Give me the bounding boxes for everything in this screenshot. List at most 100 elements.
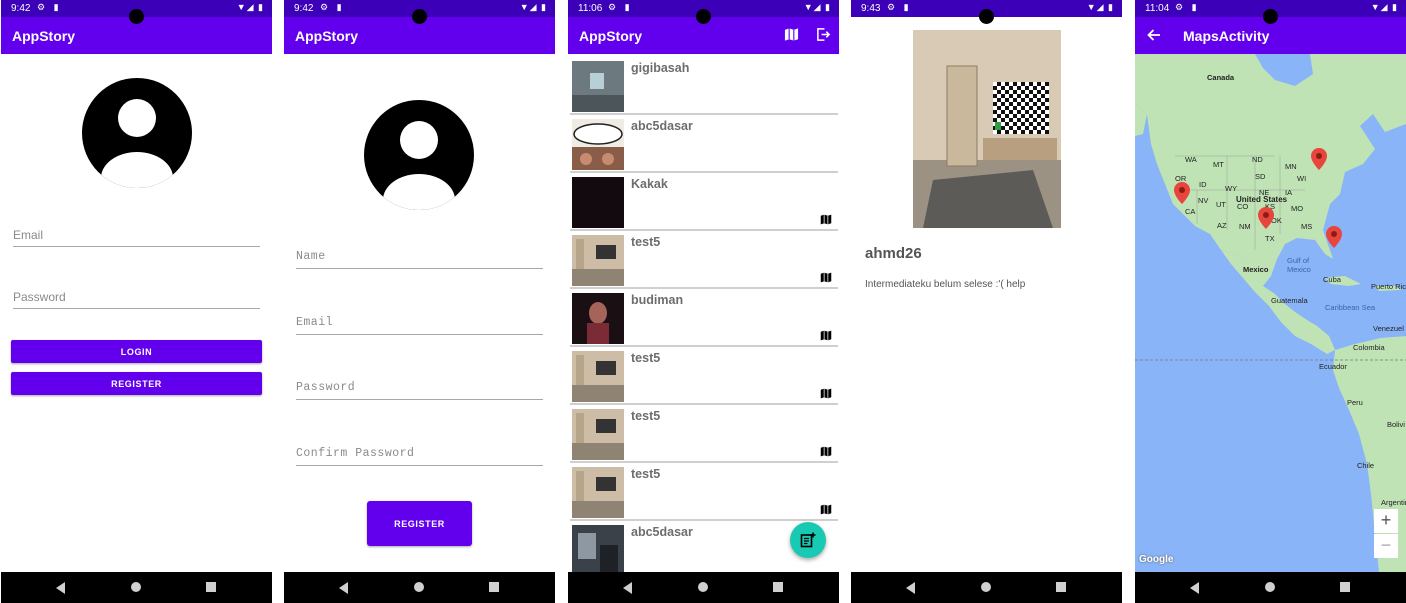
email-input[interactable]: [296, 301, 543, 334]
map-label: Guatemala: [1271, 296, 1308, 305]
login-button[interactable]: LOGIN: [11, 340, 262, 363]
map-marker-icon[interactable]: [1258, 207, 1274, 229]
nav-home-icon[interactable]: [698, 582, 708, 592]
map-label: ND: [1252, 155, 1263, 164]
story-list-screen: 11:06 ⚙ ▮ ▼◢ ▮ AppStory gigibasah abc5da…: [568, 0, 839, 603]
app-title: AppStory: [579, 28, 642, 44]
story-location-map-icon[interactable]: [820, 272, 832, 283]
zoom-out-button[interactable]: −: [1374, 534, 1398, 558]
maps-screen: 11:04 ⚙ ▮ ▼◢ ▮ MapsActivity Canada WA MT…: [1135, 0, 1406, 603]
add-note-icon: [800, 532, 816, 548]
nav-back-icon[interactable]: [1190, 582, 1199, 594]
story-name: test5: [631, 409, 661, 423]
story-detail-screen: 9:43 ⚙ ▮ ▼◢ ▮ ahmd26 Intermediateku belu…: [851, 0, 1122, 603]
nav-back-icon[interactable]: [56, 582, 65, 594]
account-avatar-icon: [364, 100, 474, 210]
nav-home-icon[interactable]: [981, 582, 991, 592]
map-label: Canada: [1207, 73, 1235, 82]
map-marker-icon[interactable]: [1174, 182, 1190, 204]
nav-recents-icon[interactable]: [1340, 582, 1350, 592]
password-field[interactable]: [13, 275, 260, 309]
nav-back-icon[interactable]: [906, 582, 915, 594]
story-thumbnail: [572, 61, 624, 112]
register-submit-button[interactable]: REGISTER: [367, 501, 472, 546]
register-screen: 9:42 ⚙ ▮ ▼◢ ▮ AppStory REGISTER: [284, 0, 555, 603]
story-name: abc5dasar: [631, 525, 693, 539]
confirm-password-field[interactable]: [296, 432, 543, 466]
story-location-map-icon[interactable]: [820, 446, 832, 457]
map-label: ID: [1199, 180, 1207, 189]
name-field[interactable]: [296, 235, 543, 269]
confirm-password-input[interactable]: [296, 432, 543, 465]
nav-recents-icon[interactable]: [773, 582, 783, 592]
story-name: test5: [631, 467, 661, 481]
settings-icon: ⚙ ▮: [1175, 2, 1200, 12]
map-label: AZ: [1217, 221, 1227, 230]
nav-recents-icon[interactable]: [489, 582, 499, 592]
google-logo: Google: [1139, 554, 1174, 565]
map-label: Chile: [1357, 461, 1375, 470]
email-field[interactable]: [296, 301, 543, 335]
nav-back-icon[interactable]: [623, 582, 632, 594]
map-marker-icon[interactable]: [1311, 148, 1327, 170]
signal-battery-icon: ▼◢ ▮: [1086, 2, 1114, 12]
story-location-map-icon[interactable]: [820, 388, 832, 399]
password-input[interactable]: [13, 275, 260, 308]
nav-back-icon[interactable]: [339, 582, 348, 594]
camera-cutout: [412, 9, 427, 24]
story-thumbnail: [572, 293, 624, 344]
map-label: NV: [1198, 196, 1209, 205]
account-avatar-icon: [82, 78, 192, 188]
story-item[interactable]: test5: [570, 231, 838, 289]
name-input[interactable]: [296, 235, 543, 268]
nav-home-icon[interactable]: [414, 582, 424, 592]
logout-icon[interactable]: [816, 27, 831, 42]
add-story-fab[interactable]: [790, 522, 826, 558]
map-label: Peru: [1347, 398, 1363, 407]
story-item[interactable]: test5: [570, 405, 838, 463]
app-title: AppStory: [12, 28, 75, 44]
status-time: 9:42: [11, 3, 31, 14]
story-item[interactable]: abc5dasar: [570, 115, 838, 173]
story-item[interactable]: test5: [570, 347, 838, 405]
map-label: Gulf of Mexico: [1287, 256, 1311, 274]
story-location-map-icon[interactable]: [820, 330, 832, 341]
story-item[interactable]: gigibasah: [570, 57, 838, 115]
story-list[interactable]: gigibasah abc5dasar Kakak test5 budiman …: [568, 54, 839, 572]
system-nav-bar: [851, 572, 1122, 603]
email-field[interactable]: [13, 213, 260, 247]
camera-cutout: [129, 9, 144, 24]
map-label: Cuba: [1323, 275, 1341, 284]
signal-battery-icon: ▼◢ ▮: [519, 2, 547, 12]
map-marker-icon[interactable]: [1326, 226, 1342, 248]
map-label: CA: [1185, 207, 1196, 216]
email-input[interactable]: [13, 213, 260, 246]
map-view[interactable]: Canada WA MT ND MN OR ID SD WI WY IA NE …: [1135, 54, 1406, 572]
story-location-map-icon[interactable]: [820, 214, 832, 225]
story-thumbnail: [572, 177, 624, 228]
story-item[interactable]: test5: [570, 463, 838, 521]
zoom-in-button[interactable]: +: [1374, 509, 1398, 533]
story-item[interactable]: budiman: [570, 289, 838, 347]
story-thumbnail: [572, 235, 624, 286]
camera-cutout: [1263, 9, 1278, 24]
password-field[interactable]: [296, 366, 543, 400]
nav-recents-icon[interactable]: [206, 582, 216, 592]
system-nav-bar: [1135, 572, 1406, 603]
story-photo: [913, 30, 1061, 228]
back-arrow-icon[interactable]: [1147, 28, 1161, 42]
register-button[interactable]: REGISTER: [11, 372, 262, 395]
app-title: AppStory: [295, 28, 358, 44]
password-input[interactable]: [296, 366, 543, 399]
signal-battery-icon: ▼◢ ▮: [1370, 2, 1398, 12]
story-item[interactable]: Kakak: [570, 173, 838, 231]
map-icon[interactable]: [784, 27, 799, 42]
nav-home-icon[interactable]: [131, 582, 141, 592]
story-name: Kakak: [631, 177, 668, 191]
nav-recents-icon[interactable]: [1056, 582, 1066, 592]
map-land-layer: [1135, 54, 1406, 572]
story-location-map-icon[interactable]: [820, 504, 832, 515]
nav-home-icon[interactable]: [1265, 582, 1275, 592]
system-nav-bar: [1, 572, 272, 603]
story-author-name: ahmd26: [865, 245, 922, 262]
